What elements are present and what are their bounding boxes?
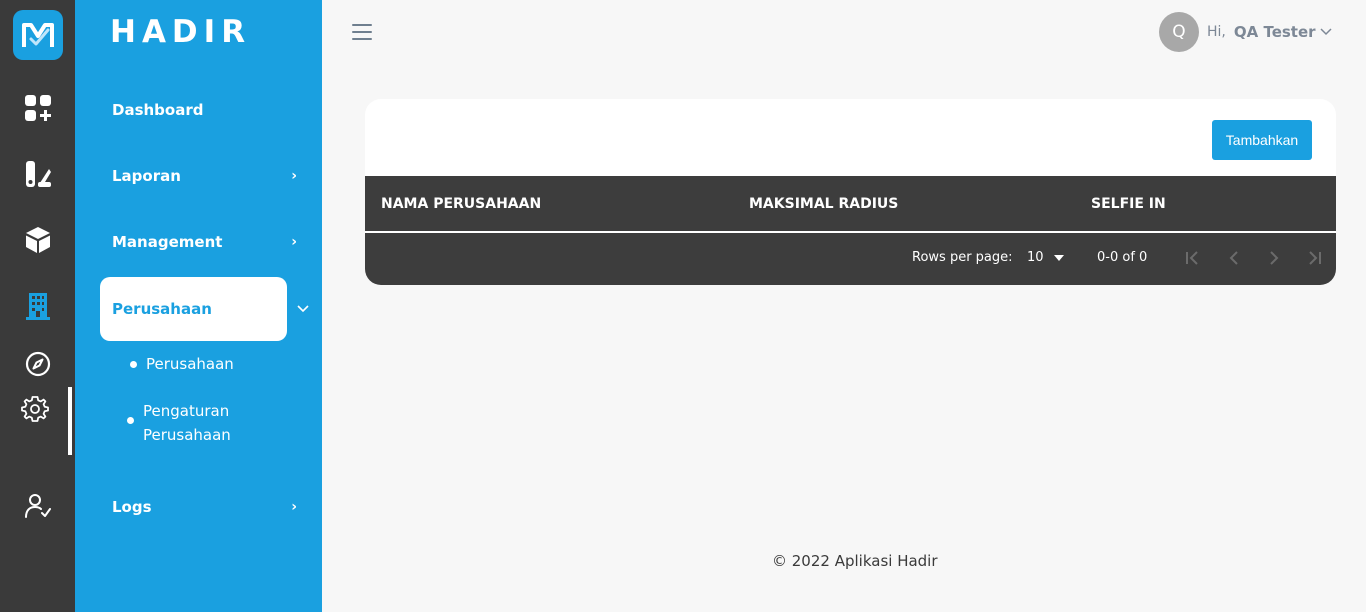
sidebar-item-perusahaan[interactable]: Perusahaan [100, 277, 309, 341]
sidebar-subitem-perusahaan[interactable]: Perusahaan [130, 355, 234, 373]
last-page-icon[interactable] [1302, 246, 1326, 270]
chevron-right-icon: › [291, 168, 297, 184]
menu-toggle-icon[interactable] [352, 24, 372, 40]
column-header-nama-perusahaan[interactable]: NAMA PERUSAHAAN [381, 176, 541, 232]
rows-per-page-value: 10 [1027, 250, 1044, 265]
next-page-icon[interactable] [1262, 246, 1286, 270]
sidebar-item-laporan[interactable]: Laporan › [100, 144, 312, 208]
chevron-right-icon: › [291, 499, 297, 515]
sidebar-item-dashboard[interactable]: Dashboard [100, 78, 312, 142]
user-name: QA Tester [1233, 23, 1316, 41]
sidebar-item-label: Perusahaan [112, 300, 212, 318]
sidebar-item-logs[interactable]: Logs › [100, 475, 312, 539]
greeting-text: Hi, [1207, 24, 1226, 40]
rows-per-page-label: Rows per page: [912, 250, 1013, 265]
first-page-icon[interactable] [1181, 246, 1205, 270]
app-logo-icon[interactable] [13, 10, 63, 60]
icon-rail [0, 0, 75, 612]
user-check-icon[interactable] [22, 490, 54, 522]
sidebar-item-management[interactable]: Management › [100, 210, 312, 274]
building-icon[interactable] [22, 290, 54, 322]
gear-icon[interactable] [19, 393, 51, 425]
sidebar: HADIR Dashboard Laporan › Management › P… [75, 0, 322, 612]
sidebar-subitem-label-line2: Perusahaan [143, 426, 231, 444]
table-header: NAMA PERUSAHAAN MAKSIMAL RADIUS SELFIE I… [365, 176, 1336, 232]
table-pagination: Rows per page: 10 0-0 of 0 [365, 233, 1336, 285]
sidebar-subitem-label-line1: Pengaturan [143, 402, 230, 420]
bullet-icon [127, 417, 134, 424]
add-company-button[interactable]: Tambahkan [1212, 120, 1312, 160]
cube-icon[interactable] [22, 224, 54, 256]
user-menu[interactable]: Q Hi, QA Tester [1159, 12, 1332, 52]
previous-page-icon[interactable] [1222, 246, 1246, 270]
sidebar-item-label: Laporan [112, 167, 181, 185]
sidebar-subitem-label: Perusahaan [146, 355, 234, 373]
bullet-icon [130, 361, 137, 368]
report-brush-icon[interactable] [22, 158, 54, 190]
chevron-down-icon [297, 301, 309, 317]
footer-copyright: © 2022 Aplikasi Hadir [772, 552, 938, 570]
caret-down-icon [1053, 255, 1064, 261]
dashboard-add-icon[interactable] [22, 92, 54, 124]
chevron-right-icon: › [291, 234, 297, 250]
avatar: Q [1159, 12, 1199, 52]
column-header-selfie-in[interactable]: SELFIE IN [1091, 176, 1166, 232]
rail-active-indicator [68, 387, 72, 455]
company-table-card: Tambahkan NAMA PERUSAHAAN MAKSIMAL RADIU… [365, 99, 1336, 285]
rows-per-page-select[interactable]: 10 [1027, 250, 1064, 265]
sidebar-item-label: Dashboard [112, 101, 204, 119]
brand-title: HADIR [110, 14, 252, 50]
sidebar-subitem-pengaturan-perusahaan[interactable]: Pengaturan Perusahaan [127, 399, 231, 447]
pagination-range: 0-0 of 0 [1097, 250, 1148, 265]
sidebar-item-label: Management [112, 233, 223, 251]
column-header-maksimal-radius[interactable]: MAKSIMAL RADIUS [749, 176, 898, 232]
compass-icon[interactable] [22, 348, 54, 380]
chevron-down-icon [1320, 25, 1332, 39]
sidebar-item-label: Logs [112, 498, 152, 516]
